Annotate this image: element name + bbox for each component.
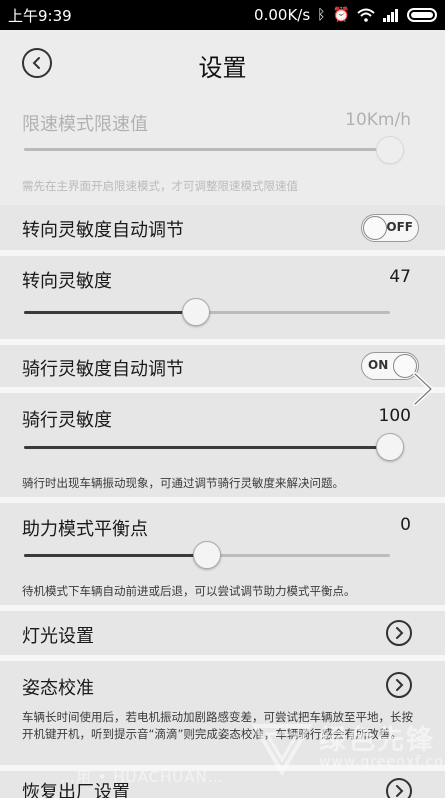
brand-logo-icon	[251, 724, 313, 776]
balance-slider-thumb[interactable]	[193, 541, 221, 569]
header: 设置	[0, 30, 445, 98]
chevron-right-icon	[396, 627, 404, 639]
signal-icon	[383, 9, 398, 22]
ride-sensitivity-slider-fill	[24, 446, 390, 449]
status-time: 上午9:39	[8, 6, 72, 25]
status-right: 0.00K/s ᛒ ⏰	[254, 6, 437, 24]
ride-sensitivity-slider-thumb[interactable]	[376, 433, 404, 461]
brand-url: www.greenxf.com	[319, 754, 445, 770]
status-bar: 上午9:39 0.00K/s ᛒ ⏰	[0, 0, 445, 30]
turn-sensitivity-slider-fill	[24, 311, 197, 314]
brand-watermark: 绿色先锋 www.greenxf.com	[249, 718, 445, 778]
ride-sensitivity-value: 100	[378, 406, 411, 426]
ride-sensitivity-hint: 骑行时出现车辆振动现象，可通过调节骑行灵敏度来解决问题。	[22, 476, 344, 490]
battery-icon	[407, 8, 437, 22]
toggle-text: OFF	[386, 220, 413, 234]
ride-auto-label: 骑行灵敏度自动调节	[22, 359, 184, 380]
balance-label: 助力模式平衡点	[22, 519, 148, 540]
speed-limit-hint: 需先在主界面开启限速模式，才可调整限速模式限速值	[22, 179, 298, 193]
ride-auto-row: 骑行灵敏度自动调节 ON	[0, 345, 445, 387]
speed-limit-section: 限速模式限速值 10Km/h 需先在主界面开启限速模式，才可调整限速模式限速值	[0, 98, 445, 202]
speed-limit-slider-thumb[interactable]	[376, 136, 404, 164]
posture-button[interactable]	[386, 672, 412, 698]
speed-limit-disabled: 限速模式限速值 10Km/h 需先在主界面开启限速模式，才可调整限速模式限速值	[0, 98, 445, 202]
ride-sensitivity-slider[interactable]	[24, 446, 390, 449]
alarm-icon: ⏰	[332, 7, 350, 23]
page-title: 设置	[198, 54, 247, 82]
turn-auto-row: 转向灵敏度自动调节 OFF	[0, 205, 445, 250]
brand-name: 绿色先锋	[319, 725, 435, 756]
speed-limit-slider[interactable]	[24, 148, 390, 151]
toggle-knob	[363, 216, 387, 240]
balance-section: 助力模式平衡点 0 待机模式下车辆自动前进或后退，可以尝试调节助力模式平衡点。	[0, 503, 445, 605]
light-settings-button[interactable]	[386, 620, 412, 646]
speed-limit-label: 限速模式限速值	[22, 114, 148, 135]
swipe-arrow-icon[interactable]	[409, 372, 435, 406]
bluetooth-icon: ᛒ	[317, 7, 326, 23]
toggle-text: ON	[368, 358, 389, 372]
chevron-right-icon	[396, 679, 404, 691]
network-speed: 0.00K/s	[254, 6, 311, 24]
factory-reset-button[interactable]	[386, 778, 412, 798]
ride-sensitivity-label: 骑行灵敏度	[22, 410, 112, 431]
ride-sensitivity-section: 骑行灵敏度 100 骑行时出现车辆振动现象，可通过调节骑行灵敏度来解决问题。	[0, 393, 445, 497]
balance-slider-fill	[24, 554, 207, 557]
turn-sensitivity-section: 转向灵敏度 47	[0, 256, 445, 339]
turn-sensitivity-slider-thumb[interactable]	[182, 298, 211, 326]
light-settings-row[interactable]: 灯光设置	[0, 611, 445, 655]
balance-hint: 待机模式下车辆自动前进或后退，可以尝试调节助力模式平衡点。	[22, 584, 356, 598]
speed-limit-slider-fill	[24, 148, 390, 151]
light-settings-label: 灯光设置	[22, 626, 94, 647]
turn-sensitivity-value: 47	[389, 267, 411, 287]
speed-limit-value: 10Km/h	[345, 110, 411, 130]
turn-auto-label: 转向灵敏度自动调节	[22, 220, 184, 241]
wifi-icon	[357, 8, 375, 22]
chevron-right-icon	[396, 785, 404, 797]
turn-auto-toggle[interactable]: OFF	[361, 214, 419, 242]
posture-label: 姿态校准	[22, 678, 94, 699]
turn-sensitivity-label: 转向灵敏度	[22, 271, 112, 292]
balance-value: 0	[400, 515, 411, 535]
watermark-text: …用 • HUACHUAN…	[60, 768, 224, 786]
